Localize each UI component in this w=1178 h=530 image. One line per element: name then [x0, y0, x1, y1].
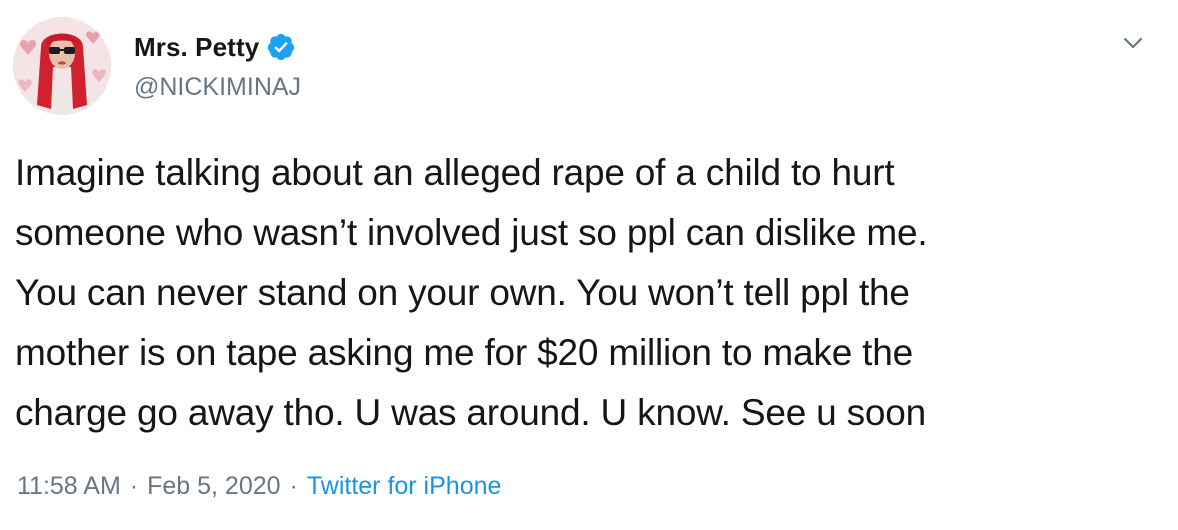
separator-dot: ·	[289, 472, 298, 500]
separator-dot: ·	[129, 472, 139, 500]
tweet-source-link[interactable]: Twitter for iPhone	[307, 472, 502, 501]
tweet-metadata: 11:58 AM · Feb 5, 2020 · Twitter for iPh…	[17, 472, 501, 501]
tweet-card: Mrs. Petty @NICKIMINAJ Imagine talking a…	[0, 0, 1178, 530]
tweet-time[interactable]: 11:58 AM	[17, 472, 121, 501]
tweet-text: Imagine talking about an alleged rape of…	[15, 152, 928, 433]
avatar[interactable]	[13, 17, 111, 115]
tweet-date[interactable]: Feb 5, 2020	[147, 472, 280, 501]
user-handle[interactable]: @NICKIMINAJ	[134, 73, 301, 102]
chevron-down-icon[interactable]	[1118, 28, 1148, 58]
verified-badge-icon	[268, 33, 295, 61]
author-name-row: Mrs. Petty	[134, 30, 296, 64]
display-name[interactable]: Mrs. Petty	[134, 32, 259, 63]
avatar-image	[13, 17, 111, 115]
